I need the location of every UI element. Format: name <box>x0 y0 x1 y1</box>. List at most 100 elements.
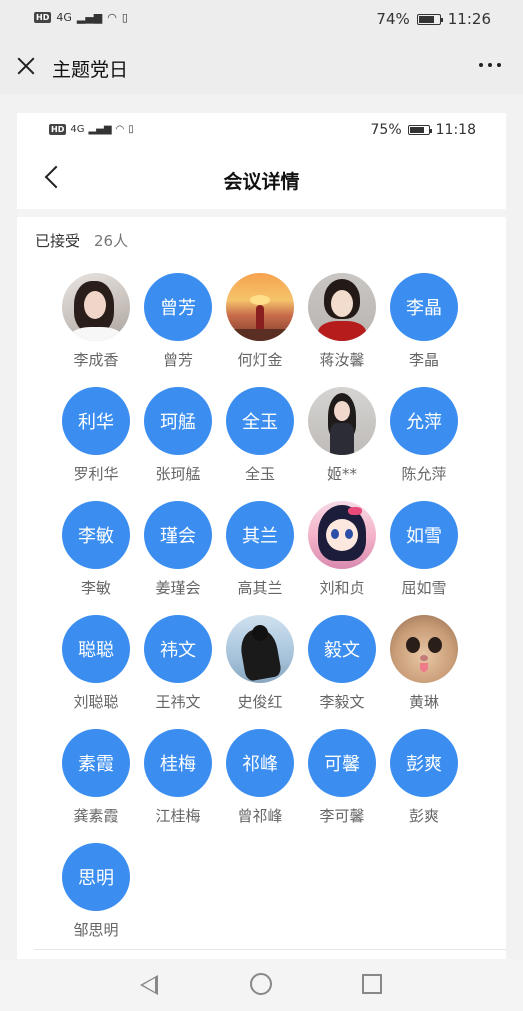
attendee-name: 罗利华 <box>73 465 119 483</box>
avatar-initials: 全玉 <box>242 412 278 433</box>
inner-status-right: 75% 11:18 <box>371 122 476 138</box>
avatar-initials: 如雪 <box>406 526 442 547</box>
avatar-initials: 珂艋 <box>160 412 196 433</box>
inner-status-left: HD 4G ▂▄▆ ◠ ▯ <box>49 124 134 135</box>
attendee-name: 江桂梅 <box>155 807 201 825</box>
attendee-item[interactable]: 何灯金 <box>225 273 295 370</box>
avatar: 祎文 <box>144 615 212 683</box>
attendee-item[interactable]: 聪聪 刘聪聪 <box>61 615 131 712</box>
attendee-item[interactable]: 史俊红 <box>225 615 295 712</box>
attendee-item[interactable]: 瑾会 姜瑾会 <box>143 501 213 598</box>
avatar-initials: 允萍 <box>406 412 442 433</box>
avatar-initials: 可馨 <box>324 754 360 775</box>
avatar: 如雪 <box>390 501 458 569</box>
attendee-item[interactable]: 姬** <box>307 387 377 484</box>
avatar-initials: 李晶 <box>406 298 442 319</box>
vibrate-icon: ▯ <box>128 124 134 135</box>
attendee-item[interactable]: 如雪 屈如雪 <box>389 501 459 598</box>
attendee-name: 姜瑾会 <box>155 579 201 597</box>
avatar-initials: 曾芳 <box>160 298 196 319</box>
attendee-name: 李毅文 <box>319 693 365 711</box>
avatar: 瑾会 <box>144 501 212 569</box>
avatar: 彭爽 <box>390 729 458 797</box>
attendee-name: 刘聪聪 <box>73 693 119 711</box>
attendee-name: 李敏 <box>80 579 111 597</box>
avatar-initials: 思明 <box>78 868 114 889</box>
attendee-item[interactable]: 全玉 全玉 <box>225 387 295 484</box>
avatar <box>226 273 294 341</box>
hd-badge: HD <box>34 12 52 23</box>
avatar: 思明 <box>62 843 130 911</box>
attendee-item[interactable]: 可馨 李可馨 <box>307 729 377 826</box>
avatar: 全玉 <box>226 387 294 455</box>
wifi-icon: ◠ <box>107 11 117 24</box>
page-nav-bar: 会议详情 <box>17 149 506 210</box>
attendee-item[interactable]: 李敏 李敏 <box>61 501 131 598</box>
attendee-item[interactable]: 毅文 李毅文 <box>307 615 377 712</box>
attendee-name: 刘和贞 <box>319 579 365 597</box>
attendee-item[interactable]: 蒋汝馨 <box>307 273 377 370</box>
avatar: 聪聪 <box>62 615 130 683</box>
avatar-initials: 利华 <box>78 412 114 433</box>
webview-title: 主题党日 <box>52 59 129 81</box>
avatar-initials: 素霞 <box>78 754 114 775</box>
attendee-item[interactable]: 素霞 龚素霞 <box>61 729 131 826</box>
attendee-item[interactable]: 其兰 高其兰 <box>225 501 295 598</box>
avatar: 李敏 <box>62 501 130 569</box>
attendee-item[interactable]: 李晶 李晶 <box>389 273 459 370</box>
attendee-item[interactable]: 思明 邹思明 <box>61 843 131 940</box>
attendee-name: 张珂艋 <box>155 465 201 483</box>
attendee-item[interactable]: 珂艋 张珂艋 <box>143 387 213 484</box>
attendee-item[interactable]: 黄琳 <box>389 615 459 712</box>
avatar <box>308 501 376 569</box>
section-divider <box>17 209 506 217</box>
battery-percent: 74% <box>376 10 410 28</box>
avatar-initials: 祎文 <box>160 640 196 661</box>
attendee-name: 曾祁峰 <box>237 807 283 825</box>
avatar: 桂梅 <box>144 729 212 797</box>
attendee-item[interactable]: 李成香 <box>61 273 131 370</box>
battery-icon <box>416 13 443 25</box>
attendee-item[interactable]: 利华 罗利华 <box>61 387 131 484</box>
attendee-name: 陈允萍 <box>401 465 447 483</box>
accepted-label: 已接受 <box>35 232 81 250</box>
close-icon[interactable] <box>14 54 38 78</box>
wifi-icon: ◠ <box>115 124 125 135</box>
attendee-item[interactable]: 桂梅 江桂梅 <box>143 729 213 826</box>
avatar: 珂艋 <box>144 387 212 455</box>
attendee-item[interactable]: 曾芳 曾芳 <box>143 273 213 370</box>
signal-icon: ▂▄▆ <box>88 124 112 135</box>
avatar: 可馨 <box>308 729 376 797</box>
attendee-name: 彭爽 <box>408 807 439 825</box>
signal-icon: ▂▄▆ <box>76 11 103 24</box>
clock: 11:26 <box>447 10 491 28</box>
more-icon[interactable] <box>479 63 501 67</box>
outer-status-bar: HD 4G ▂▄▆ ◠ ▯ 74% 11:26 <box>0 0 523 40</box>
network-label: 4G <box>56 11 72 24</box>
attendee-name: 李成香 <box>73 351 119 369</box>
avatar-initials: 彭爽 <box>406 754 442 775</box>
back-triangle-icon[interactable] <box>140 975 158 995</box>
attendee-item[interactable]: 允萍 陈允萍 <box>389 387 459 484</box>
avatar: 素霞 <box>62 729 130 797</box>
meeting-detail-page: HD 4G ▂▄▆ ◠ ▯ 75% 11:18 会议详情 已接受 26人 李成香曾… <box>17 113 506 960</box>
attendee-item[interactable]: 彭爽 彭爽 <box>389 729 459 826</box>
avatar-initials: 瑾会 <box>160 526 196 547</box>
inner-status-bar: HD 4G ▂▄▆ ◠ ▯ 75% 11:18 <box>17 113 506 149</box>
avatar-initials: 聪聪 <box>78 640 114 661</box>
system-nav-bar <box>0 959 523 1011</box>
avatar: 祁峰 <box>226 729 294 797</box>
battery-percent: 75% <box>370 122 402 138</box>
avatar: 其兰 <box>226 501 294 569</box>
attendee-item[interactable]: 祁峰 曾祁峰 <box>225 729 295 826</box>
avatar-initials: 祁峰 <box>242 754 278 775</box>
home-circle-icon[interactable] <box>250 973 272 995</box>
attendee-name: 曾芳 <box>162 351 193 369</box>
network-label: 4G <box>70 124 85 135</box>
hd-badge: HD <box>49 124 67 135</box>
attendee-item[interactable]: 祎文 王祎文 <box>143 615 213 712</box>
attendee-name: 蒋汝馨 <box>319 351 365 369</box>
recents-square-icon[interactable] <box>362 974 382 994</box>
avatar <box>226 615 294 683</box>
attendee-item[interactable]: 刘和贞 <box>307 501 377 598</box>
